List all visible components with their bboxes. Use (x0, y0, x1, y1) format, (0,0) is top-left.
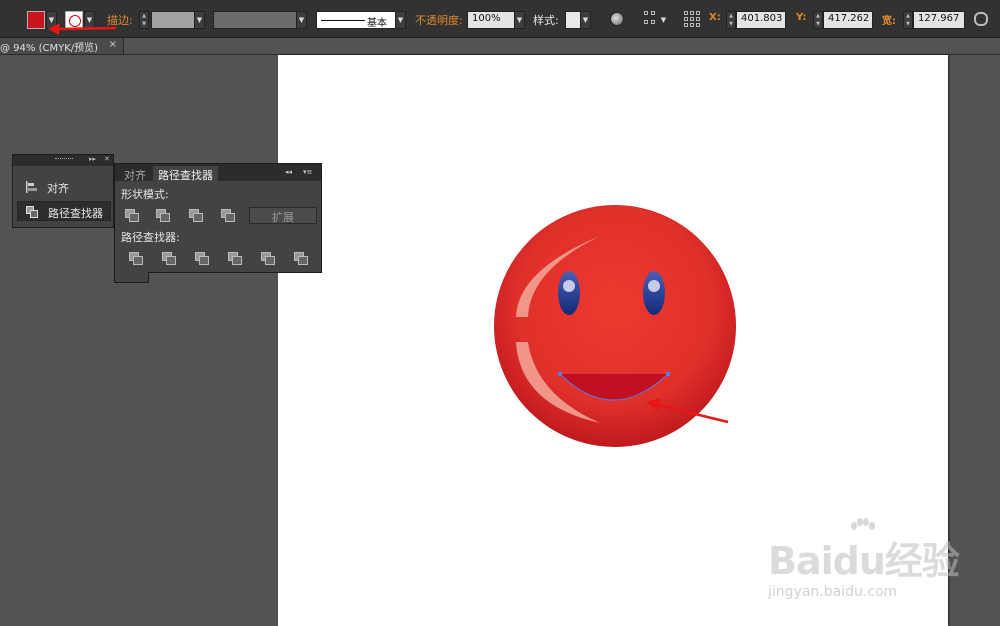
width-spinner[interactable]: ▲ ▼ (903, 11, 913, 29)
watermark-url: jingyan.baidu.com (768, 584, 898, 600)
fill-color-swatch[interactable] (27, 11, 45, 29)
brush-definition-field[interactable]: 基本 (316, 11, 396, 29)
baidu-watermark: Baidu经验 jingyan.baidu.com (760, 518, 960, 608)
variable-width-dropdown-arrow[interactable]: ▼ (296, 11, 307, 29)
stroke-weight-dropdown-arrow[interactable]: ▼ (194, 11, 205, 29)
x-label: X: (709, 12, 721, 23)
merge-icon[interactable] (195, 252, 209, 265)
brush-stroke-preview (321, 20, 365, 21)
left-eye (558, 271, 580, 315)
align-icon (26, 181, 37, 193)
exclude-icon[interactable] (221, 209, 235, 222)
variable-width-field[interactable] (213, 11, 297, 29)
recolor-artwork-icon[interactable] (610, 12, 624, 26)
x-spinner[interactable]: ▲ ▼ (726, 11, 736, 29)
y-label: Y: (796, 12, 807, 23)
style-dropdown-arrow[interactable]: ▼ (580, 11, 591, 29)
dock-item-pathfinder[interactable]: 路径查找器 (17, 201, 111, 221)
intersect-icon[interactable] (189, 209, 203, 222)
pathfinder-panel: 对齐 路径查找器 ◂◂ ▾≡ 形状模式: 扩展 路径查找器: (114, 163, 322, 273)
anchor-point-right (666, 372, 670, 376)
unite-icon[interactable] (125, 209, 139, 222)
expand-panels-icon[interactable]: ▸▸ (89, 155, 96, 163)
brush-dropdown-arrow[interactable]: ▼ (395, 11, 406, 29)
shape-modes-label: 形状模式: (121, 188, 169, 201)
stroke-weight-field[interactable] (151, 11, 195, 29)
document-tab-title: @ 94% (CMYK/预览) (0, 43, 99, 54)
opacity-label[interactable]: 不透明度: (415, 12, 463, 28)
y-field[interactable]: 417.262 (823, 11, 873, 29)
face-circle (494, 205, 736, 447)
divide-icon[interactable] (129, 252, 143, 265)
right-eye-shine (648, 280, 660, 292)
trim-icon[interactable] (162, 252, 176, 265)
panel-tab-bar: 对齐 路径查找器 ◂◂ ▾≡ (115, 164, 321, 182)
pathfinder-icon (26, 206, 38, 218)
graphic-style-swatch[interactable] (565, 11, 581, 29)
minus-back-icon[interactable] (294, 252, 308, 265)
dock-item-align[interactable]: 对齐 (17, 177, 111, 197)
stroke-weight-spinner[interactable]: ▲ ▼ (139, 11, 149, 29)
crop-icon[interactable] (228, 252, 242, 265)
close-panel-icon[interactable]: ✕ (104, 155, 110, 163)
close-icon[interactable]: × (109, 39, 117, 50)
left-eye-shine (563, 280, 575, 292)
annotation-arrow-fill (48, 23, 117, 35)
x-field[interactable]: 401.803 (736, 11, 786, 29)
y-spinner[interactable]: ▲ ▼ (813, 11, 823, 29)
document-tab[interactable]: @ 94% (CMYK/预览) × (0, 38, 124, 54)
align-dropdown-arrow[interactable]: ▼ (658, 11, 669, 29)
width-label: 宽: (882, 16, 896, 27)
collapse-panel-icon[interactable]: ◂◂ (285, 168, 292, 176)
opacity-dropdown-arrow[interactable]: ▼ (514, 11, 525, 29)
dock-item-label: 对齐 (47, 182, 69, 195)
expand-button[interactable]: 扩展 (249, 207, 317, 224)
dock-title-bar[interactable]: ▸▸ ✕ (13, 155, 113, 166)
opacity-field[interactable]: 100% (467, 11, 515, 29)
smiley-face[interactable] (494, 205, 736, 447)
brush-label: 基本 (367, 18, 387, 29)
pathfinders-label: 路径查找器: (121, 231, 180, 244)
width-field[interactable]: 127.967 (913, 11, 965, 29)
constrain-proportions-icon[interactable] (974, 12, 988, 26)
collapsed-panel-dock: ▸▸ ✕ 对齐 路径查找器 (12, 154, 114, 228)
anchor-point-left (558, 372, 562, 376)
watermark-brand: Baidu经验 (768, 539, 960, 583)
panel-menu-icon[interactable]: ▾≡ (303, 168, 312, 176)
reference-point-icon[interactable] (683, 10, 701, 28)
tab-align[interactable]: 对齐 (119, 166, 151, 182)
minus-front-icon[interactable] (156, 209, 170, 222)
right-eye (643, 271, 665, 315)
panel-resize-tab[interactable] (114, 272, 149, 283)
tab-pathfinder[interactable]: 路径查找器 (153, 166, 218, 182)
style-label: 样式: (533, 14, 559, 27)
outline-icon[interactable] (261, 252, 275, 265)
control-bar: ▼ ▼ 描边: ▲ ▼ ▼ ▼ 基本 ▼ 不透明度: 100% ▼ 样式: ▼ ▼… (0, 0, 1000, 38)
drag-grip-icon[interactable] (55, 158, 73, 160)
dock-item-label: 路径查找器 (48, 207, 103, 220)
